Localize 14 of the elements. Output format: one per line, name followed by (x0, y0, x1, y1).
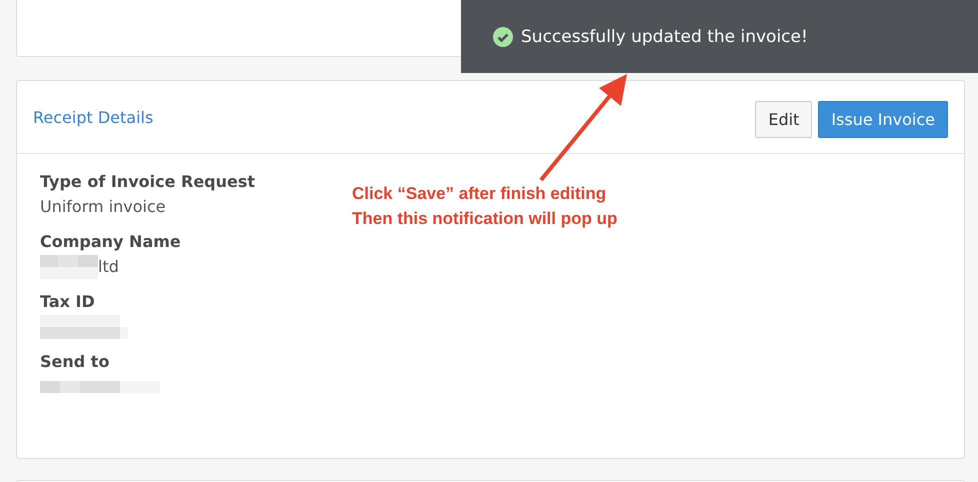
issue-invoice-button[interactable]: Issue Invoice (818, 100, 948, 138)
check-circle-icon (493, 26, 513, 46)
field-label: Type of Invoice Request (40, 171, 256, 193)
field-label: Tax ID (40, 291, 95, 313)
field-value: Uniform invoice (40, 196, 166, 218)
redaction-blur (40, 255, 98, 279)
annotation-text: Click “Save” after finish editing (352, 183, 608, 205)
field-label: Send to (40, 351, 110, 373)
field-value: ltd (98, 256, 119, 278)
toast-message: Successfully updated the invoice! (521, 26, 808, 46)
annotation-text: Then this notification will pop up (352, 208, 618, 230)
field-label: Company Name (40, 231, 181, 253)
receipt-details-link[interactable]: Receipt Details (33, 108, 154, 126)
edit-button[interactable]: Edit (755, 100, 812, 138)
